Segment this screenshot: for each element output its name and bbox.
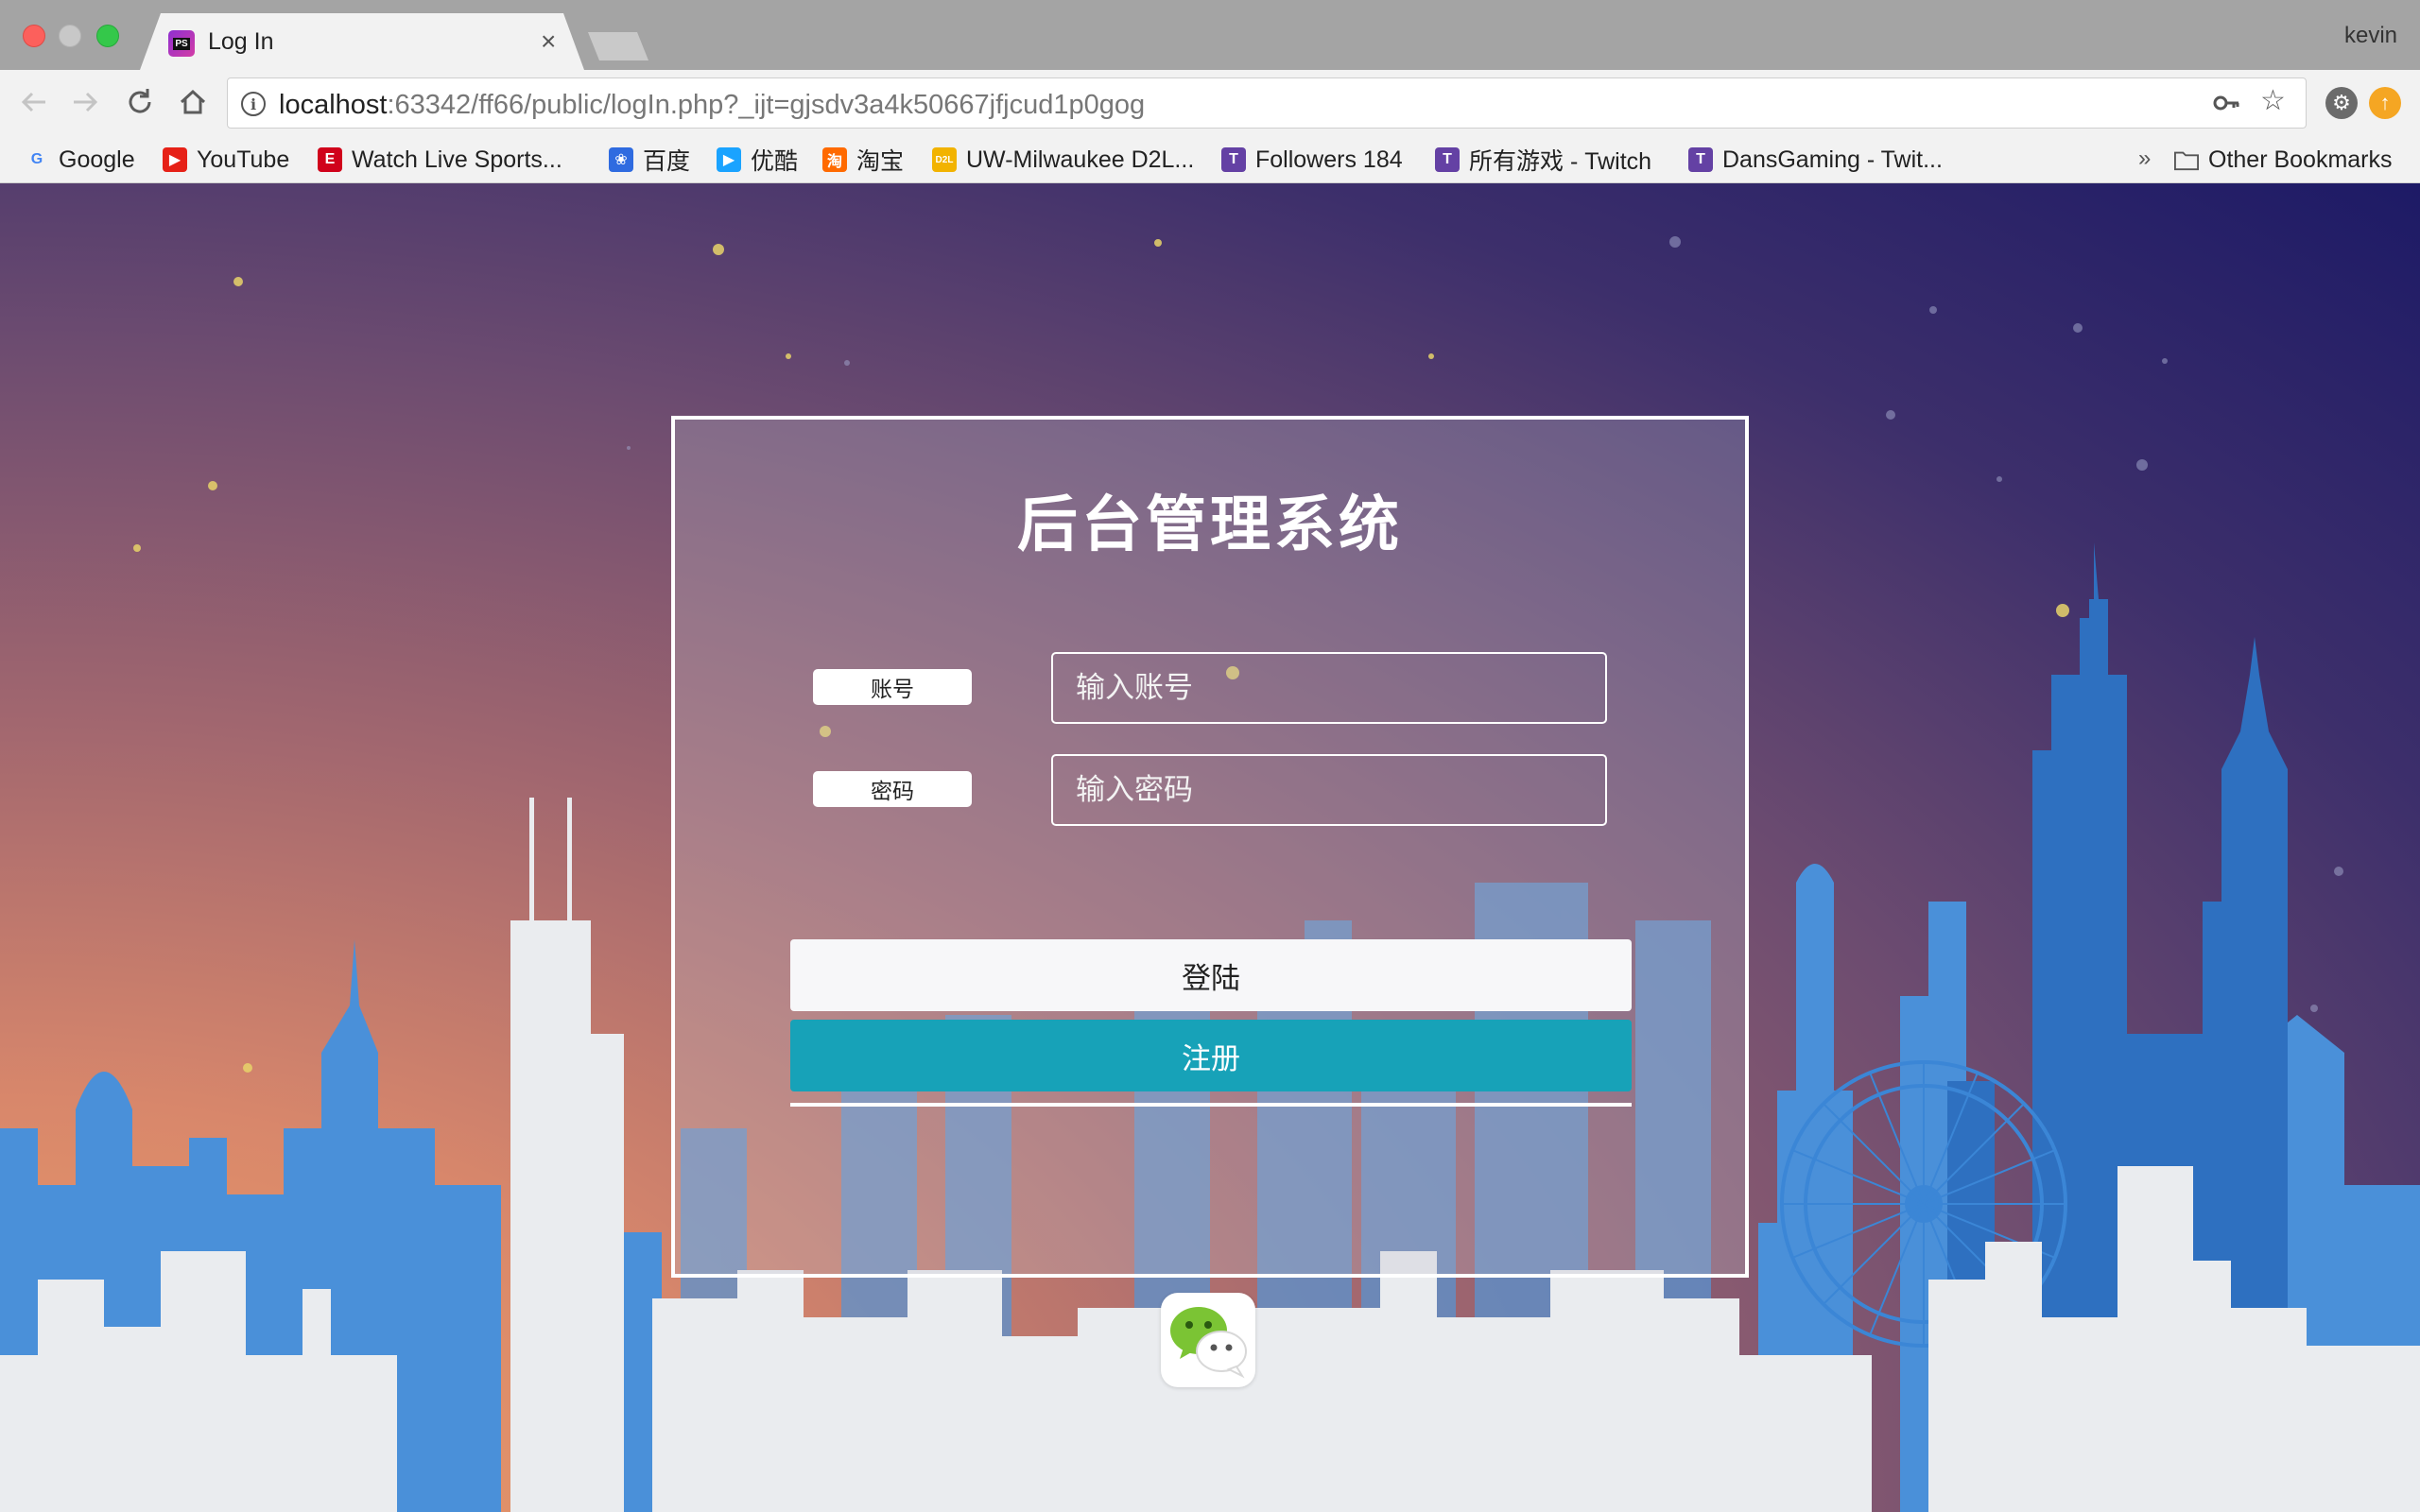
phpstorm-icon: PS: [168, 30, 195, 57]
folder-icon: [2174, 147, 2199, 172]
baidu-paw-icon: ❀: [609, 147, 633, 172]
bookmark-label: Followers 184: [1255, 146, 1403, 173]
bookmark-label: 优酷: [751, 148, 799, 175]
twitch-icon: T: [1221, 147, 1246, 172]
back-arrow-icon[interactable]: [15, 83, 53, 121]
home-icon[interactable]: [174, 83, 212, 121]
account-input[interactable]: [1051, 652, 1607, 724]
wechat-login-icon[interactable]: [1161, 1293, 1255, 1387]
update-available-icon[interactable]: ↑: [2369, 87, 2401, 119]
bookmark-label: YouTube: [197, 146, 290, 173]
extension-gear-icon[interactable]: ⚙: [2325, 87, 2358, 119]
bookmark-label: 所有游戏 - Twitch: [1469, 148, 1652, 175]
bookmark-item[interactable]: 淘淘宝: [822, 142, 904, 178]
bookmark-item[interactable]: G Google: [25, 142, 135, 178]
password-input[interactable]: [1051, 754, 1607, 826]
window-minimize-button[interactable]: [59, 25, 81, 47]
other-bookmarks-folder[interactable]: Other Bookmarks: [2174, 142, 2393, 178]
browser-toolbar: i localhost:63342/ff66/public/logIn.php?…: [0, 70, 2420, 136]
address-bar[interactable]: i localhost:63342/ff66/public/logIn.php?…: [227, 77, 2307, 129]
twitch-icon: T: [1435, 147, 1460, 172]
other-bookmarks-label: Other Bookmarks: [2208, 146, 2393, 173]
browser-tab-strip: PS Log In × kevin: [0, 0, 2420, 70]
bookmark-star-icon[interactable]: ☆: [2260, 84, 2286, 117]
login-card: 后台管理系统 账号 密码 登陆 注册: [671, 416, 1749, 1278]
page-title: 后台管理系统: [1017, 490, 1403, 558]
bookmark-item[interactable]: ▶ YouTube: [163, 142, 289, 178]
bookmark-item[interactable]: T 所有游戏 - Twitch: [1435, 142, 1651, 178]
bookmark-item[interactable]: T Followers 184: [1221, 142, 1403, 178]
google-icon: G: [30, 151, 43, 167]
bookmarks-overflow-icon[interactable]: »: [2138, 146, 2151, 172]
bookmark-item[interactable]: T DansGaming - Twit...: [1688, 142, 1943, 178]
twitch-icon: T: [1688, 147, 1713, 172]
bookmark-label: DansGaming - Twit...: [1722, 146, 1943, 173]
account-label: 账号: [813, 669, 972, 705]
site-info-icon[interactable]: i: [241, 92, 266, 116]
youku-icon: ▶: [717, 147, 741, 172]
divider: [790, 1103, 1632, 1107]
espn-icon: E: [318, 147, 342, 172]
profile-name[interactable]: kevin: [2344, 23, 2397, 49]
bookmark-label: 百度: [643, 148, 691, 175]
key-icon[interactable]: [2211, 88, 2241, 126]
reload-icon[interactable]: [121, 83, 159, 121]
login-button[interactable]: 登陆: [790, 939, 1632, 1011]
bookmark-label: 淘宝: [856, 148, 905, 175]
bookmark-item[interactable]: ▶ 优酷: [717, 142, 798, 178]
youtube-icon: ▶: [163, 147, 187, 172]
bookmark-item[interactable]: D2L UW-Milwaukee D2L...: [932, 142, 1194, 178]
bookmark-item[interactable]: E Watch Live Sports...: [318, 142, 562, 178]
bookmark-label: Google: [59, 146, 135, 173]
tab-close-icon[interactable]: ×: [541, 26, 556, 57]
tab-log-in[interactable]: PS Log In ×: [140, 13, 584, 70]
url-text: localhost:63342/ff66/public/logIn.php?_i…: [279, 90, 1146, 120]
d2l-icon: D2L: [932, 147, 957, 172]
register-button[interactable]: 注册: [790, 1020, 1632, 1091]
password-label: 密码: [813, 771, 972, 807]
bookmark-label: Watch Live Sports...: [352, 146, 562, 173]
window-close-button[interactable]: [23, 25, 45, 47]
bookmark-label: UW-Milwaukee D2L...: [966, 146, 1195, 173]
forward-arrow-icon[interactable]: [66, 83, 104, 121]
taobao-icon: 淘: [822, 147, 847, 172]
tab-title: Log In: [208, 28, 274, 55]
login-page: 后台管理系统 账号 密码 登陆 注册: [0, 183, 2420, 1512]
window-maximize-button[interactable]: [96, 25, 119, 47]
bookmarks-bar: G Google ▶ YouTube E Watch Live Sports... ❀ 百度 ▶…: [0, 136, 2420, 183]
bookmark-item[interactable]: ❀ 百度: [609, 142, 690, 178]
new-tab-button[interactable]: [588, 32, 648, 60]
